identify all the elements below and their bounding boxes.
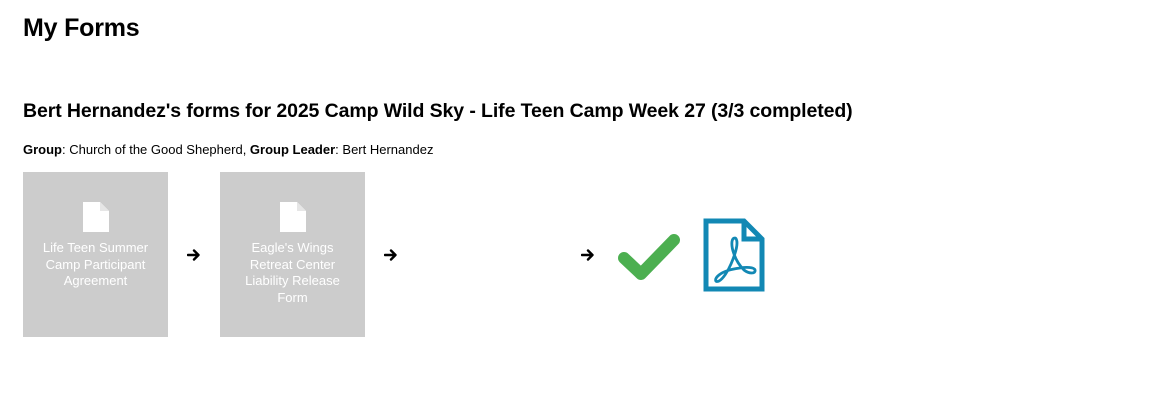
form-tile-label: Eagle's Wings Retreat Center Liability R…	[245, 240, 340, 305]
document-icon	[83, 202, 109, 232]
group-value: Church of the Good Shepherd	[69, 142, 243, 157]
group-leader-label: Group Leader	[249, 142, 336, 157]
form-tile-label: Life Teen Summer Camp Participant Agreem…	[42, 240, 149, 288]
group-info: Group: Church of the Good Shepherd, Grou…	[23, 142, 434, 157]
form-tile-participant-agreement[interactable]: Life Teen Summer Camp Participant Agreem…	[23, 172, 168, 337]
group-label: Group	[23, 142, 62, 157]
group-leader-value: Bert Hernandez	[342, 142, 434, 157]
arrow-right-icon	[384, 249, 397, 261]
form-tile-liability-release[interactable]: Eagle's Wings Retreat Center Liability R…	[220, 172, 365, 337]
page-title: My Forms	[23, 14, 140, 42]
pdf-icon[interactable]	[702, 218, 766, 292]
checkmark-icon	[618, 234, 680, 280]
arrow-right-icon	[187, 249, 200, 261]
arrow-right-icon	[581, 249, 594, 261]
forms-heading: Bert Hernandez's forms for 2025 Camp Wil…	[23, 100, 853, 122]
document-icon	[280, 202, 306, 232]
